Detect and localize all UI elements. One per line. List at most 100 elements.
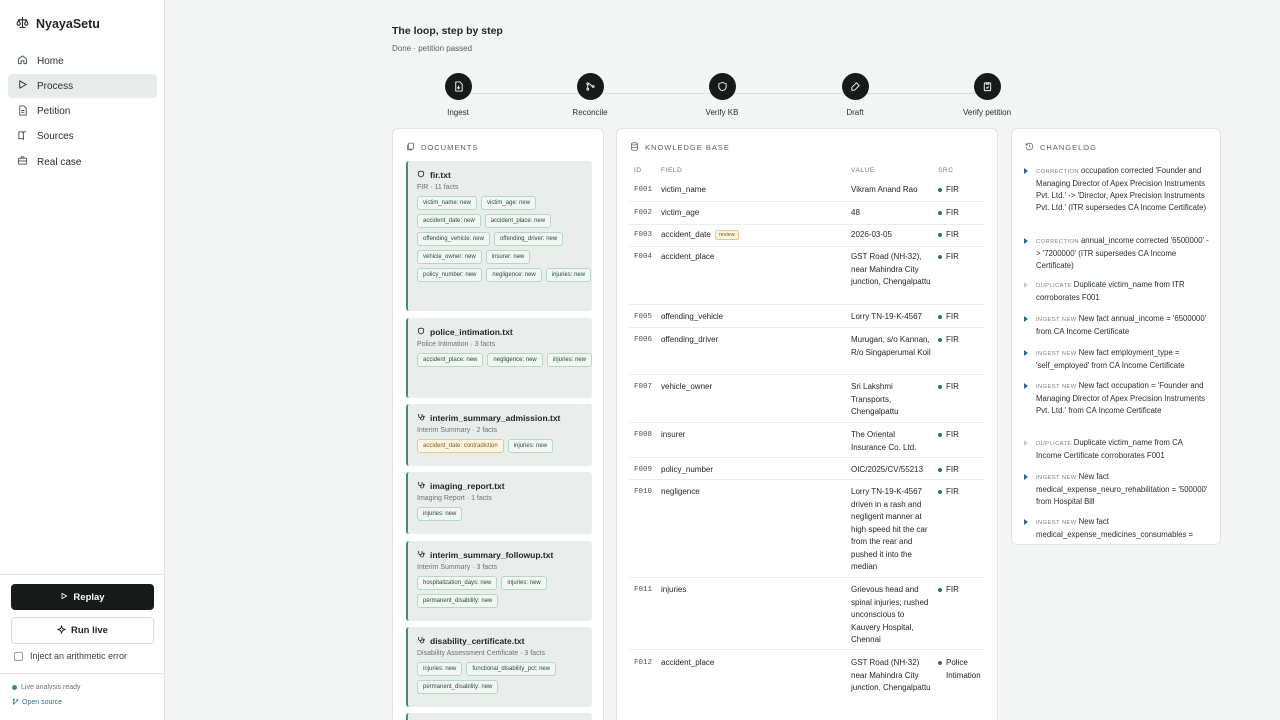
step-draft[interactable]: Draft xyxy=(810,73,900,117)
status-indicator: Live analysis ready xyxy=(12,684,81,691)
fact-chip: accident_place: new xyxy=(484,214,552,228)
kb-cell-src[interactable]: FIR xyxy=(938,584,986,597)
kb-cell-field: accident_place xyxy=(661,251,714,264)
kb-heading-label: KNOWLEDGE BASE xyxy=(645,143,730,152)
nav-item-process[interactable]: Process xyxy=(8,74,157,99)
changelog-entry: INGEST NEW New fact annual_income = '6500… xyxy=(1024,313,1210,338)
kb-src-label: FIR xyxy=(946,335,959,344)
row-divider xyxy=(629,304,985,305)
kb-cell-field: vehicle_owner xyxy=(661,381,712,394)
shield-icon xyxy=(708,73,736,100)
kb-cell-value: OIC/2025/CV/55213 xyxy=(851,465,924,474)
changelog-entry: CORRECTION annual_income corrected '65000… xyxy=(1024,235,1210,272)
changelog-tag: INGEST NEW xyxy=(1036,351,1077,357)
kb-cell-field: injuries xyxy=(661,584,686,597)
document-card[interactable]: interim_summary_admission.txt Interim Su… xyxy=(406,404,592,466)
kb-cell-src[interactable]: FIR xyxy=(938,311,986,324)
source-dot-icon xyxy=(938,385,942,389)
document-card[interactable]: imaging_report.txt Imaging Report · 1 fa… xyxy=(406,472,592,534)
kb-cell-id: F007 xyxy=(634,383,653,391)
document-meta: Interim Summary · 2 facts xyxy=(417,427,498,434)
kb-cell-src[interactable]: FIR xyxy=(938,251,986,264)
changelog-tag: INGEST NEW xyxy=(1036,520,1077,526)
kb-cell-src[interactable]: Police Intimation xyxy=(938,657,986,682)
file-icon xyxy=(17,105,28,119)
status-dot-icon xyxy=(12,685,17,690)
document-card[interactable] xyxy=(406,713,592,720)
shield-icon xyxy=(417,327,425,337)
changelog-tag: DUPLICATE xyxy=(1036,441,1072,447)
kb-src-label: FIR xyxy=(946,430,959,439)
row-divider xyxy=(629,374,985,375)
fact-chip: offending_vehicle: new xyxy=(417,232,490,246)
document-card[interactable]: police_intimation.txt Police Intimation … xyxy=(406,318,593,398)
kb-field-label: victim_age xyxy=(661,208,700,217)
kb-src-label: FIR xyxy=(946,465,959,474)
nav-item-real-case[interactable]: Real case xyxy=(8,150,157,174)
kb-cell-src[interactable]: FIR xyxy=(938,229,986,242)
kb-cell-src[interactable]: FIR xyxy=(938,184,986,197)
inject-error-checkbox[interactable] xyxy=(14,651,23,661)
page-subtitle: Done · petition passed xyxy=(392,44,473,53)
changelog-panel: CHANGELOG CORRECTION occupation corrected… xyxy=(1011,128,1221,545)
kb-cell-src[interactable]: FIR xyxy=(938,464,986,477)
document-card[interactable]: disability_certificate.txt Disability As… xyxy=(406,627,592,707)
step-verify-petition[interactable]: Verify petition xyxy=(942,73,1032,117)
changelog-entry: DUPLICATE Duplicate victim_name from CA I… xyxy=(1024,437,1210,462)
kb-field-label: accident_place xyxy=(661,658,715,667)
kb-cell-value: The Oriental Insurance Co. Ltd. xyxy=(851,430,917,452)
replay-button[interactable]: Replay xyxy=(11,584,154,610)
sparkle-icon xyxy=(57,624,66,637)
document-name: fir.txt xyxy=(430,170,451,180)
contradiction-chip: accident_date: contradiction xyxy=(417,439,504,453)
page-title: The loop, step by step xyxy=(392,25,503,37)
fact-chip: injuries: new xyxy=(501,576,547,590)
step-verify-kb[interactable]: Verify KB xyxy=(677,73,767,117)
document-card[interactable]: interim_summary_followup.txt Interim Sum… xyxy=(406,541,592,621)
files-icon xyxy=(406,142,415,153)
kb-cell-src[interactable]: FIR xyxy=(938,381,986,394)
kb-cell-src[interactable]: FIR xyxy=(938,334,986,347)
kb-cell-src[interactable]: FIR xyxy=(938,207,986,220)
kb-cell-field: negligence xyxy=(661,486,700,499)
nav-item-label: Process xyxy=(37,80,74,92)
kb-cell-id: F003 xyxy=(634,231,653,239)
document-name: disability_certificate.txt xyxy=(430,636,525,646)
open-source-link[interactable]: Open source xyxy=(12,698,62,707)
kb-cell-value: GST Road (NH-32) near Mahindra City junc… xyxy=(851,658,931,692)
nav-item-home[interactable]: Home xyxy=(8,49,157,73)
kb-cell-value: Vikram Anand Rao xyxy=(851,185,918,194)
document-meta: Police Intimation · 3 facts xyxy=(417,341,496,348)
scales-icon xyxy=(16,16,29,32)
kb-src-label: FIR xyxy=(946,382,959,391)
source-dot-icon xyxy=(938,468,942,472)
document-meta: FIR · 11 facts xyxy=(417,184,459,191)
document-meta: Disability Assessment Certificate · 3 fa… xyxy=(417,650,545,657)
fact-chip: injuries: new xyxy=(546,353,593,367)
source-dot-icon xyxy=(938,490,942,494)
step-ingest[interactable]: Ingest xyxy=(413,73,503,117)
row-divider xyxy=(629,457,985,458)
clipboard-check-icon xyxy=(973,73,1001,100)
run-live-button[interactable]: Run live xyxy=(11,617,154,644)
kb-cell-src[interactable]: FIR xyxy=(938,486,986,499)
review-badge: review xyxy=(714,230,739,240)
kb-cell-id: F010 xyxy=(634,488,653,496)
fact-chip: permanent_disability: new xyxy=(417,680,499,694)
history-icon xyxy=(1025,142,1034,153)
document-name: police_intimation.txt xyxy=(430,327,513,337)
divider xyxy=(0,673,165,674)
kb-cell-src[interactable]: FIR xyxy=(938,429,986,442)
step-reconcile[interactable]: Reconcile xyxy=(545,73,635,117)
inject-error-toggle[interactable]: Inject an arithmetic error xyxy=(14,651,127,661)
fact-chip: negligence: new xyxy=(487,353,543,367)
changelog-heading: CHANGELOG xyxy=(1025,142,1097,153)
kb-src-label: FIR xyxy=(946,487,959,496)
nav-item-sources[interactable]: Sources xyxy=(8,125,157,149)
nav-item-petition[interactable]: Petition xyxy=(8,100,157,124)
brand[interactable]: NyayaSetu xyxy=(16,16,100,32)
document-card[interactable]: fir.txt FIR · 11 facts victim_name: new … xyxy=(406,161,592,311)
kb-cell-id: F002 xyxy=(634,209,653,217)
nav-item-label: Petition xyxy=(37,106,71,118)
fact-chip: victim_age: new xyxy=(481,196,537,210)
